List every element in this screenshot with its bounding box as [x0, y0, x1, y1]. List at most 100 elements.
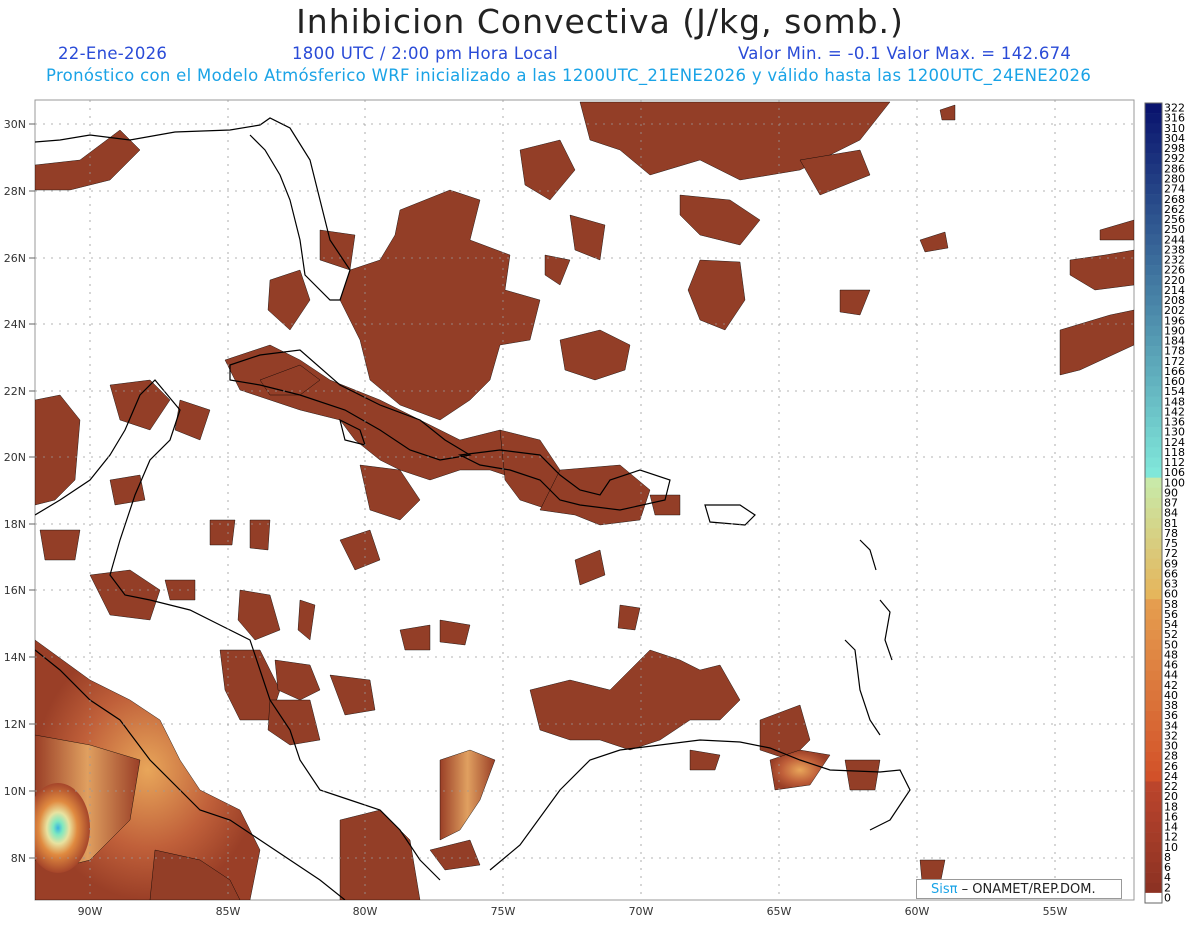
colorbar-swatch — [1145, 508, 1162, 519]
lat-label: 8N — [11, 852, 26, 865]
colorbar-swatch — [1145, 113, 1162, 124]
colorbar-swatch — [1145, 447, 1162, 458]
colorbar-swatch — [1145, 649, 1162, 661]
colorbar-swatch — [1145, 751, 1162, 762]
lat-label: 26N — [4, 252, 26, 265]
colorbar-swatch — [1145, 366, 1162, 377]
colorbar-swatch — [1145, 335, 1162, 347]
colorbar-swatch — [1145, 892, 1162, 904]
lon-label: 80W — [353, 905, 378, 918]
credit-box: Sisπ – ONAMET/REP.DOM. — [916, 879, 1122, 899]
lat-label: 12N — [4, 718, 26, 731]
colorbar-swatch — [1145, 416, 1162, 428]
colorbar-swatch — [1145, 457, 1162, 468]
colorbar-swatch — [1145, 821, 1162, 833]
colorbar-swatch — [1145, 832, 1162, 843]
colorbar-swatch — [1145, 406, 1162, 418]
colorbar-swatch — [1145, 427, 1162, 438]
colorbar-swatch — [1145, 629, 1162, 641]
colorbar-swatch — [1145, 690, 1162, 701]
lat-label: 24N — [4, 318, 26, 331]
colorbar-swatch — [1145, 234, 1162, 246]
colorbar-swatch — [1145, 639, 1162, 651]
colorbar-swatch — [1145, 801, 1162, 813]
colorbar-swatch — [1145, 609, 1162, 620]
colorbar-swatch — [1145, 214, 1162, 225]
colorbar-swatch — [1145, 710, 1162, 722]
colorbar-label: 0 — [1164, 891, 1171, 904]
colorbar-swatch — [1145, 194, 1162, 205]
colorbar-swatch — [1145, 670, 1162, 681]
colorbar-swatch — [1145, 437, 1162, 448]
lon-label: 85W — [216, 905, 241, 918]
colorbar-swatch — [1145, 254, 1162, 266]
colorbar-swatch — [1145, 487, 1162, 499]
colorbar-swatch — [1145, 224, 1162, 235]
colorbar-swatch — [1145, 659, 1162, 671]
colorbar-swatch — [1145, 589, 1162, 600]
lat-label: 14N — [4, 651, 26, 664]
lon-label: 70W — [629, 905, 654, 918]
lon-label: 75W — [491, 905, 516, 918]
colorbar-swatch — [1145, 153, 1162, 165]
colorbar-swatch — [1145, 123, 1162, 134]
lon-label: 60W — [905, 905, 930, 918]
colorbar-swatch — [1145, 852, 1162, 863]
colorbar-swatch — [1145, 163, 1162, 175]
colorbar-swatch — [1145, 386, 1162, 397]
colorbar-swatch — [1145, 265, 1162, 276]
colorbar-swatch — [1145, 862, 1162, 873]
colorbar-swatch — [1145, 548, 1162, 559]
colorbar-swatch — [1145, 528, 1162, 539]
lat-label: 20N — [4, 451, 26, 464]
colorbar-swatch — [1145, 285, 1162, 296]
colorbar-swatch — [1145, 477, 1162, 489]
colorbar-swatch — [1145, 315, 1162, 327]
colorbar — [1144, 102, 1163, 904]
colorbar-swatch — [1145, 761, 1162, 772]
colorbar-swatch — [1145, 305, 1162, 316]
lon-label: 65W — [767, 905, 792, 918]
colorbar-swatch — [1145, 396, 1162, 408]
colorbar-swatch — [1145, 791, 1162, 803]
lat-label: 16N — [4, 584, 26, 597]
lat-label: 18N — [4, 518, 26, 531]
lat-label: 28N — [4, 185, 26, 198]
colorbar-swatch — [1145, 538, 1162, 549]
colorbar-swatch — [1145, 143, 1162, 154]
lat-label: 30N — [4, 118, 26, 131]
lon-label: 90W — [78, 905, 103, 918]
colorbar-swatch — [1145, 578, 1162, 590]
colorbar-labels: 3223163103042982922862802742682622562502… — [1164, 102, 1185, 905]
colorbar-swatch — [1145, 771, 1162, 782]
lat-ticks — [29, 123, 35, 859]
colorbar-swatch — [1145, 558, 1162, 570]
colorbar-swatch — [1145, 882, 1162, 894]
colorbar-swatch — [1145, 244, 1162, 256]
colorbar-swatch — [1145, 872, 1162, 884]
colorbar-swatch — [1145, 275, 1162, 286]
colorbar-swatch — [1145, 740, 1162, 752]
colorbar-swatch — [1145, 103, 1162, 114]
colorbar-swatch — [1145, 356, 1162, 367]
map-canvas: 90W 85W 80W 75W 70W 65W 60W 55W 30N 28N … — [4, 99, 1185, 918]
colorbar-swatch — [1145, 619, 1162, 630]
longitude-labels: 90W 85W 80W 75W 70W 65W 60W 55W — [78, 905, 1068, 918]
colorbar-swatch — [1145, 518, 1162, 529]
colorbar-swatch — [1145, 842, 1162, 853]
colorbar-swatch — [1145, 376, 1162, 387]
credit-text: – ONAMET/REP.DOM. — [957, 882, 1096, 897]
colorbar-swatch — [1145, 730, 1162, 742]
colorbar-swatch — [1145, 325, 1162, 337]
colorbar-swatch — [1145, 346, 1162, 357]
sispi-logo: Sisπ — [931, 882, 958, 897]
colorbar-swatch — [1145, 568, 1162, 580]
colorbar-swatch — [1145, 133, 1162, 144]
colorbar-swatch — [1145, 184, 1162, 195]
latitude-labels: 30N 28N 26N 24N 22N 20N 18N 16N 14N 12N … — [4, 118, 26, 865]
colorbar-swatch — [1145, 173, 1162, 185]
colorbar-swatch — [1145, 680, 1162, 691]
colorbar-swatch — [1145, 781, 1162, 792]
colorbar-swatch — [1145, 700, 1162, 711]
colorbar-swatch — [1145, 204, 1162, 215]
